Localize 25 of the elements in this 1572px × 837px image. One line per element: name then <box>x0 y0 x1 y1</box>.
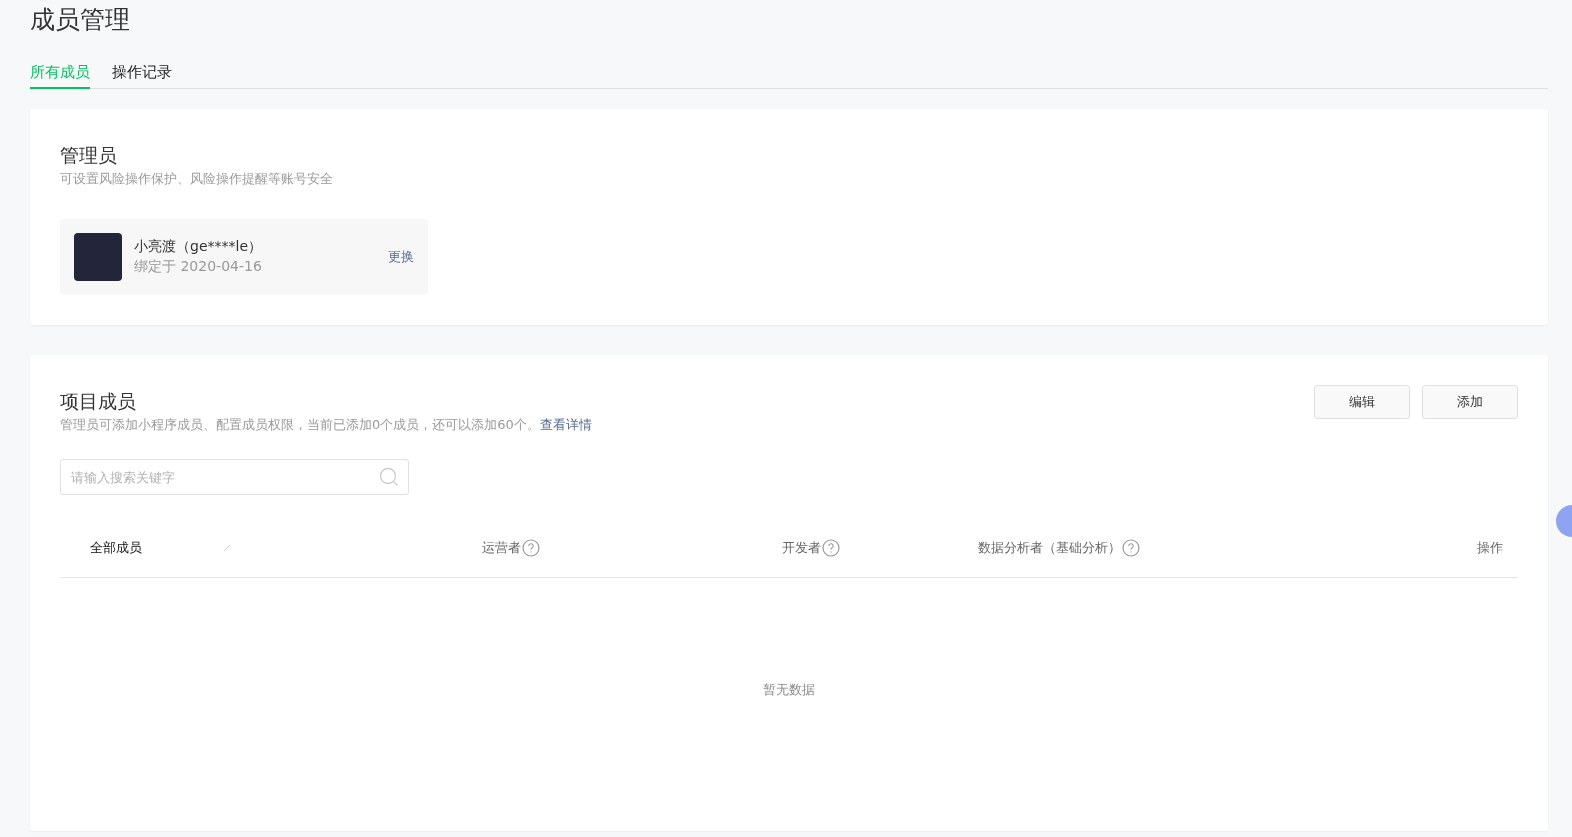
help-icon[interactable] <box>822 539 840 557</box>
column-header: 数据分析者（基础分析） <box>978 539 1121 557</box>
page-title: 成员管理 <box>30 4 131 36</box>
section-description: 管理员可添加小程序成员、配置成员权限，当前已添加0个成员，还可以添加60个。查看详情 <box>60 416 592 434</box>
action-button[interactable]: 添加 <box>1422 385 1518 419</box>
sort-icon[interactable] <box>223 544 231 552</box>
empty-message: 暂无数据 <box>763 680 815 699</box>
column-header: 运营者 <box>482 539 521 557</box>
section-title: 管理员 <box>60 143 118 168</box>
details-link[interactable]: 查看详情 <box>539 417 592 432</box>
tab[interactable]: 操作记录 <box>112 62 172 89</box>
section-description: 可设置风险操作保护、风险操作提醒等账号安全 <box>60 170 334 188</box>
help-icon[interactable] <box>1122 539 1140 557</box>
help-icon[interactable] <box>522 539 540 557</box>
search-field[interactable]: 请输入搜索关键字 <box>60 459 409 495</box>
photo-placeholder <box>74 233 122 281</box>
admin-name: 小亮渡（ge****le） <box>134 238 263 256</box>
column-header: 操作 <box>1477 539 1503 557</box>
bound-date: 绑定于 2020-04-16 <box>134 258 263 276</box>
section-title: 项目成员 <box>60 389 137 414</box>
column-header: 开发者 <box>782 539 821 557</box>
column-header: 全部成员 <box>90 539 142 557</box>
search-icon[interactable] <box>379 467 399 487</box>
action-button[interactable]: 编辑 <box>1314 385 1410 419</box>
change-link[interactable]: 更换 <box>388 248 414 266</box>
